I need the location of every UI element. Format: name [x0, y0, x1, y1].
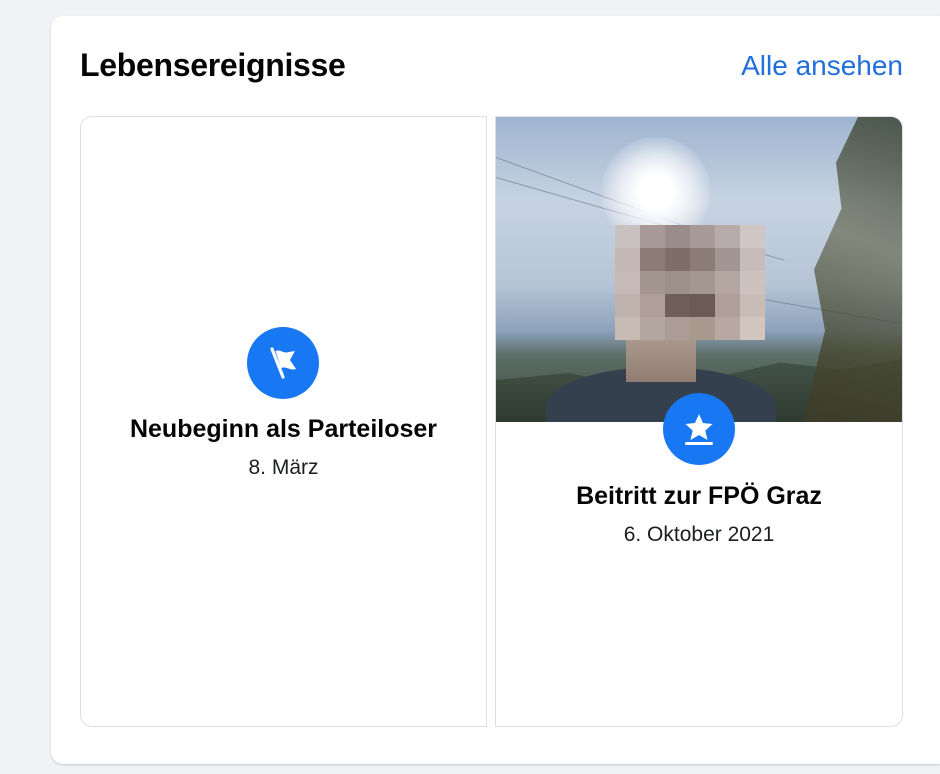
event-title: Beitritt zur FPÖ Graz: [576, 482, 822, 510]
event-badge: [663, 393, 735, 465]
pixelated-face: [615, 225, 765, 340]
life-events-panel: Lebensereignisse Alle ansehen Neubeginn …: [51, 16, 940, 764]
event-photo: [496, 117, 902, 422]
event-badge: [247, 327, 319, 399]
event-date: 6. Oktober 2021: [623, 523, 775, 546]
section-title: Lebensereignisse: [80, 47, 346, 83]
life-event-card[interactable]: Beitritt zur FPÖ Graz 6. Oktober 2021: [495, 116, 903, 727]
star-icon: [685, 414, 713, 445]
event-date: 8. März: [248, 456, 319, 479]
life-event-card[interactable]: Neubeginn als Parteiloser 8. März: [80, 116, 487, 727]
see-all-link[interactable]: Alle ansehen: [741, 50, 903, 82]
event-title: Neubeginn als Parteiloser: [129, 415, 438, 443]
flag-icon: [270, 347, 296, 379]
